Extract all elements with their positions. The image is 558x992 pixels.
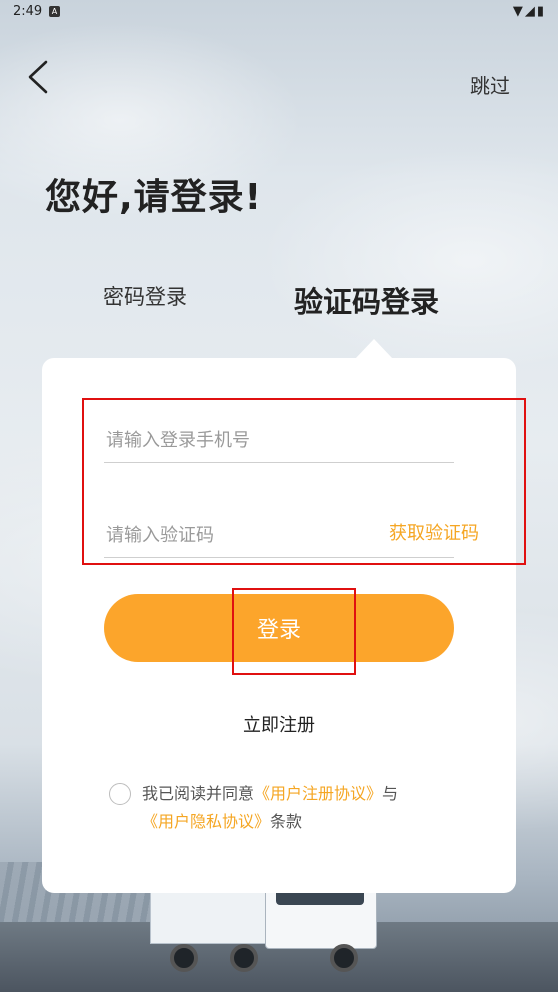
register-link[interactable]: 立即注册 — [42, 711, 516, 737]
agreement-prefix: 我已阅读并同意 — [142, 784, 255, 803]
login-card: 获取验证码 登录 立即注册 我已阅读并同意《用户注册协议》与 《用户隐私协议》条… — [42, 358, 516, 893]
user-agreement-link[interactable]: 《用户注册协议》 — [254, 784, 382, 803]
active-tab-indicator — [355, 339, 393, 359]
agreement-text: 我已阅读并同意《用户注册协议》与 — [142, 780, 472, 808]
agreement-text-line2: 《用户隐私协议》条款 — [142, 808, 302, 836]
skip-button[interactable]: 跳过 — [470, 70, 510, 99]
status-bar: 2:49 A ▼◢▮ — [0, 0, 558, 24]
back-button[interactable] — [22, 58, 56, 96]
login-button[interactable]: 登录 — [104, 594, 454, 662]
notification-icon: A — [49, 6, 60, 17]
chevron-left-icon — [28, 60, 48, 94]
code-input[interactable] — [104, 519, 378, 551]
page-title: 您好,请登录! — [45, 177, 263, 218]
phone-field — [104, 418, 454, 463]
agreement-conjunction: 与 — [382, 784, 399, 803]
agreement-checkbox[interactable] — [109, 783, 131, 805]
tab-code-login[interactable]: 验证码登录 — [294, 279, 439, 321]
privacy-policy-link[interactable]: 《用户隐私协议》 — [142, 812, 270, 831]
get-code-button[interactable]: 获取验证码 — [389, 519, 479, 545]
tab-password-login[interactable]: 密码登录 — [103, 281, 187, 311]
phone-input[interactable] — [104, 424, 378, 456]
agreement-suffix: 条款 — [270, 812, 303, 831]
status-time: 2:49 — [13, 4, 43, 19]
signal-wifi-battery-icon: ▼◢▮ — [512, 4, 546, 19]
